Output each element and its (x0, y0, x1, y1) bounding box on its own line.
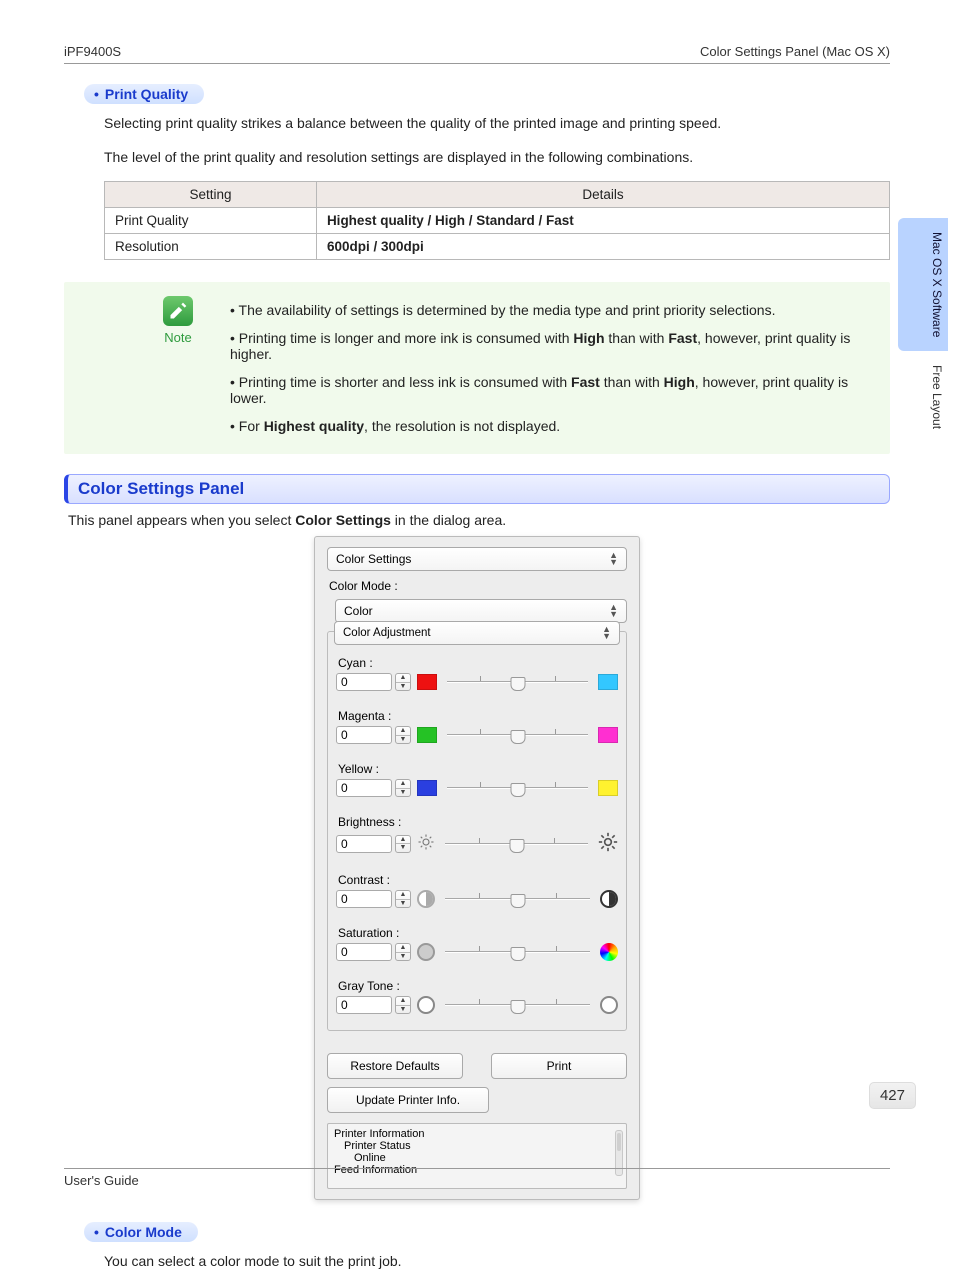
stepper-arrows[interactable]: ▲▼ (395, 890, 411, 908)
print-quality-heading: •Print Quality (84, 84, 204, 104)
paragraph: Selecting print quality strikes a balanc… (104, 114, 890, 134)
footer-left: User's Guide (64, 1173, 139, 1188)
slider-knob[interactable] (510, 783, 525, 797)
gray-circle-icon (417, 943, 435, 961)
slider-knob[interactable] (510, 894, 525, 908)
color-mode-select[interactable]: Color ▲▼ (335, 599, 627, 623)
stepper-arrows[interactable]: ▲▼ (395, 996, 411, 1014)
note-list: The availability of settings is determin… (230, 296, 874, 440)
stepper-arrows[interactable]: ▲▼ (395, 943, 411, 961)
value-stepper[interactable]: ▲▼ (336, 943, 411, 961)
table-row: Resolution 600dpi / 300dpi (105, 234, 890, 260)
slider-track[interactable] (443, 728, 592, 742)
empty-circle-icon (417, 996, 435, 1014)
swatch-left-icon (417, 674, 437, 690)
settings-table: Setting Details Print Quality Highest qu… (104, 181, 890, 260)
value-stepper[interactable]: ▲▼ (336, 779, 411, 797)
color-adjustment-fieldset: Color Adjustment ▲▼ Cyan :▲▼Magenta :▲▼Y… (327, 631, 627, 1031)
slider-knob[interactable] (510, 730, 525, 744)
swatch-left-icon (417, 727, 437, 743)
stepper-arrows[interactable]: ▲▼ (395, 779, 411, 797)
value-input[interactable] (336, 996, 392, 1014)
slider-label: Saturation : (338, 926, 618, 940)
empty-circle-icon (600, 996, 618, 1014)
swatch-right-icon (598, 727, 618, 743)
slider-label: Yellow : (338, 762, 618, 776)
sun-dim-icon (417, 833, 435, 854)
paragraph: The level of the print quality and resol… (104, 148, 890, 168)
slider-track[interactable] (441, 837, 592, 851)
update-printer-info-button[interactable]: Update Printer Info. (327, 1087, 489, 1113)
slider-label: Brightness : (338, 815, 618, 829)
value-stepper[interactable]: ▲▼ (336, 726, 411, 744)
header-left: iPF9400S (64, 44, 121, 59)
table-row: Print Quality Highest quality / High / S… (105, 208, 890, 234)
swatch-right-icon (598, 780, 618, 796)
slider-track[interactable] (441, 945, 594, 959)
header-right: Color Settings Panel (Mac OS X) (700, 44, 890, 59)
stepper-arrows[interactable]: ▲▼ (395, 835, 411, 853)
value-input[interactable] (336, 943, 392, 961)
paragraph: You can select a color mode to suit the … (104, 1252, 890, 1272)
stepper-arrows[interactable]: ▲▼ (395, 726, 411, 744)
value-input[interactable] (336, 779, 392, 797)
restore-defaults-button[interactable]: Restore Defaults (327, 1053, 463, 1079)
slider-label: Contrast : (338, 873, 618, 887)
value-stepper[interactable]: ▲▼ (336, 835, 411, 853)
slider-label: Cyan : (338, 656, 618, 670)
updown-icon: ▲▼ (609, 604, 618, 618)
value-input[interactable] (336, 835, 392, 853)
slider-knob[interactable] (510, 947, 525, 961)
slider-knob[interactable] (509, 839, 524, 853)
page-number: 427 (869, 1082, 916, 1109)
contrast-low-icon (417, 890, 435, 908)
stepper-arrows[interactable]: ▲▼ (395, 673, 411, 691)
value-stepper[interactable]: ▲▼ (336, 996, 411, 1014)
value-input[interactable] (336, 726, 392, 744)
note-item: Printing time is shorter and less ink is… (230, 368, 874, 412)
swatch-left-icon (417, 780, 437, 796)
value-input[interactable] (336, 890, 392, 908)
color-mode-heading: •Color Mode (84, 1222, 198, 1242)
value-stepper[interactable]: ▲▼ (336, 673, 411, 691)
panel-select[interactable]: Color Settings ▲▼ (327, 547, 627, 571)
slider-track[interactable] (443, 675, 592, 689)
pencil-icon (163, 296, 193, 326)
sun-bright-icon (598, 832, 618, 855)
section-intro: This panel appears when you select Color… (68, 512, 890, 528)
value-stepper[interactable]: ▲▼ (336, 890, 411, 908)
table-header: Details (316, 182, 889, 208)
note-box: Note The availability of settings is det… (64, 282, 890, 454)
side-tab-active[interactable]: Mac OS X Software (898, 218, 948, 351)
value-input[interactable] (336, 673, 392, 691)
section-heading: Color Settings Panel (64, 474, 890, 504)
contrast-high-icon (600, 890, 618, 908)
page-footer: User's Guide (64, 1168, 890, 1188)
print-button[interactable]: Print (491, 1053, 627, 1079)
slider-label: Gray Tone : (338, 979, 618, 993)
side-tab[interactable]: Free Layout (898, 351, 948, 443)
slider-knob[interactable] (510, 677, 525, 691)
note-item: The availability of settings is determin… (230, 296, 874, 324)
note-item: For Highest quality, the resolution is n… (230, 412, 874, 440)
note-item: Printing time is longer and more ink is … (230, 324, 874, 368)
swatch-right-icon (598, 674, 618, 690)
color-mode-label: Color Mode : (329, 579, 627, 593)
rainbow-icon (600, 943, 618, 961)
adjustment-tab-select[interactable]: Color Adjustment ▲▼ (334, 621, 620, 645)
color-settings-panel: Color Settings ▲▼ Color Mode : Color ▲▼ … (314, 536, 640, 1200)
note-label: Note (164, 330, 191, 345)
table-header: Setting (105, 182, 317, 208)
slider-track[interactable] (443, 781, 592, 795)
slider-knob[interactable] (510, 1000, 525, 1014)
slider-track[interactable] (441, 892, 594, 906)
divider (64, 63, 890, 64)
side-tabs: Mac OS X Software Free Layout (898, 218, 948, 443)
updown-icon: ▲▼ (602, 626, 611, 640)
page-header: iPF9400S Color Settings Panel (Mac OS X) (64, 44, 890, 59)
updown-icon: ▲▼ (609, 552, 618, 566)
slider-track[interactable] (441, 998, 594, 1012)
slider-label: Magenta : (338, 709, 618, 723)
